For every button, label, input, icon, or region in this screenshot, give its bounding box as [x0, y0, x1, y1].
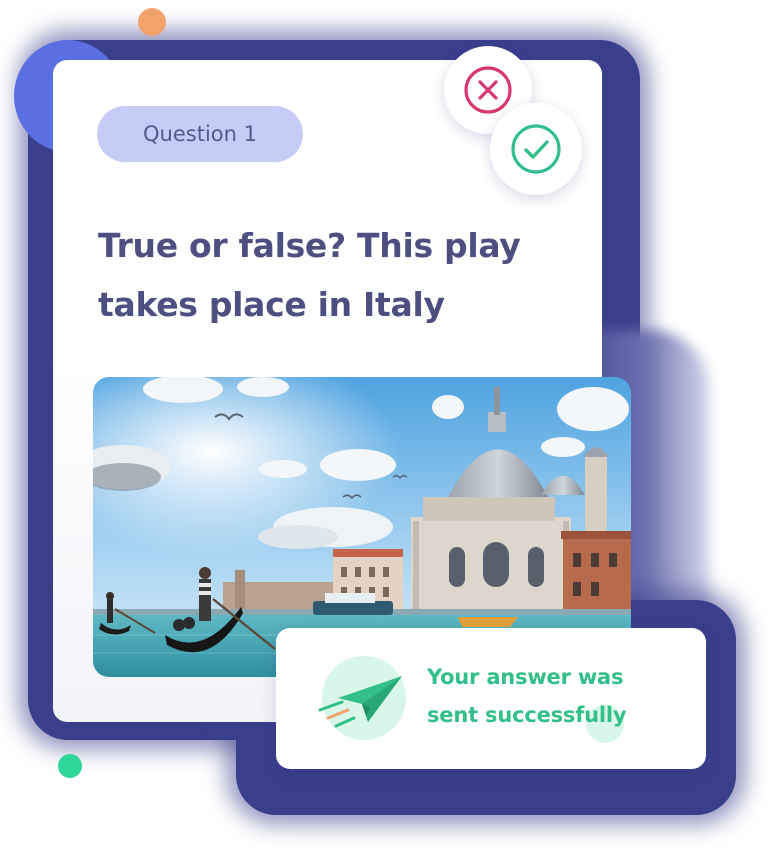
paper-plane-icon — [318, 676, 402, 728]
question-text: True or false? This play takes place in … — [98, 216, 558, 334]
notification-message: Your answer was sent successfully — [427, 658, 697, 734]
question-badge: Question 1 — [97, 106, 303, 162]
notification-line-1: Your answer was — [427, 665, 624, 689]
question-line-1: True or false? This play — [98, 226, 521, 265]
question-line-2: takes place in Italy — [98, 285, 445, 324]
decorative-orange-dot — [138, 8, 166, 36]
true-answer-button[interactable] — [490, 103, 582, 195]
decorative-green-dot — [58, 754, 82, 778]
check-icon — [511, 124, 561, 174]
x-icon — [464, 66, 512, 114]
quiz-illustration: Question 1 True or false? This play take… — [0, 0, 768, 853]
notification-line-2: sent successfully — [427, 703, 627, 727]
